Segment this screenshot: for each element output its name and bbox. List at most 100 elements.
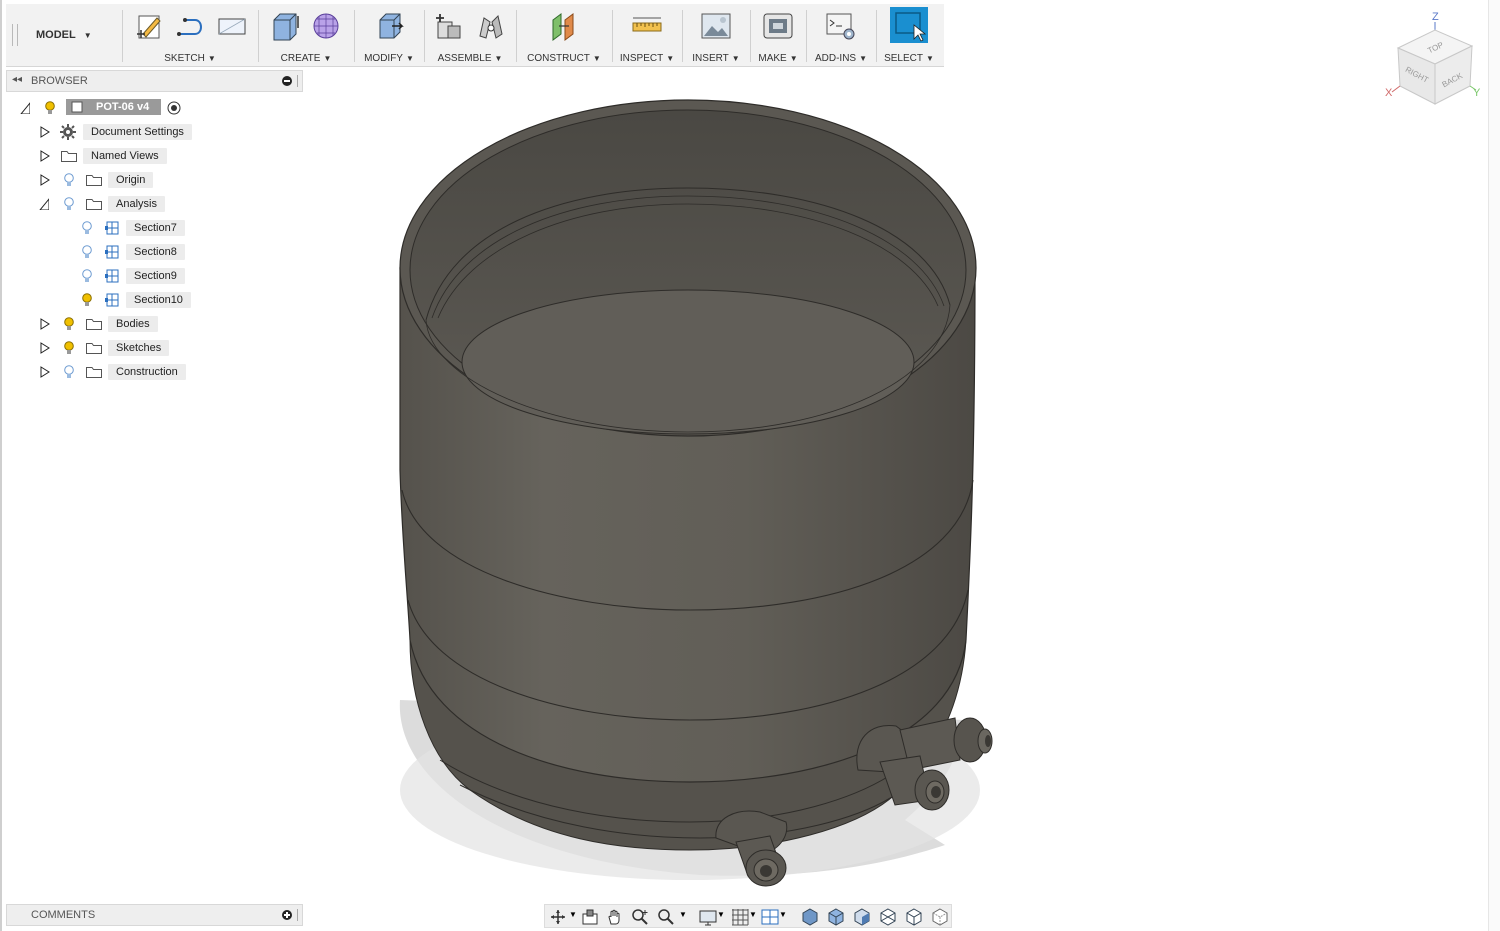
visibility-bulb-off-icon[interactable] bbox=[64, 197, 74, 211]
expand-triangle-icon[interactable] bbox=[40, 174, 50, 186]
new-component-icon[interactable] bbox=[432, 10, 466, 42]
toolbar-group-make[interactable]: MAKE ▼ bbox=[752, 4, 804, 66]
toolbar-group-insert[interactable]: INSERT ▼ bbox=[684, 4, 748, 66]
visibility-bulb-off-icon[interactable] bbox=[82, 221, 92, 235]
toolbar-group-addins[interactable]: ADD-INS ▼ bbox=[808, 4, 874, 66]
toolbar-divider bbox=[750, 10, 751, 62]
tree-item-origin[interactable]: Origin bbox=[38, 170, 168, 190]
tree-label: Section8 bbox=[126, 244, 185, 260]
toolbar-group-modify[interactable]: MODIFY ▼ bbox=[356, 4, 422, 66]
tree-item-section10[interactable]: Section10 bbox=[76, 290, 196, 310]
visibility-bulb-off-icon[interactable] bbox=[82, 269, 92, 283]
panel-resize-grip[interactable] bbox=[297, 75, 300, 87]
expand-triangle-icon[interactable] bbox=[40, 318, 50, 330]
insert-menu-label: INSERT bbox=[692, 53, 729, 64]
tree-item-bodies[interactable]: Bodies bbox=[38, 314, 168, 334]
display-settings-icon[interactable] bbox=[699, 908, 717, 926]
offset-plane-icon[interactable] bbox=[547, 10, 581, 42]
add-comment-button[interactable] bbox=[282, 910, 292, 920]
toolbar-grip[interactable] bbox=[12, 24, 18, 46]
panel-resize-grip[interactable] bbox=[297, 909, 300, 921]
insert-image-icon[interactable] bbox=[699, 10, 733, 42]
orbit-icon[interactable] bbox=[549, 908, 567, 926]
pan-hand-icon[interactable] bbox=[606, 908, 624, 926]
chevron-down-icon: ▼ bbox=[207, 54, 216, 63]
visibility-bulb-off-icon[interactable] bbox=[82, 245, 92, 259]
chevron-down-icon[interactable]: ▼ bbox=[679, 910, 687, 919]
visibility-bulb-icon[interactable] bbox=[45, 101, 55, 115]
collapse-panel-icon[interactable]: ◂◂ bbox=[12, 74, 22, 85]
toolbar-group-assemble[interactable]: ASSEMBLE ▼ bbox=[426, 4, 514, 66]
toolbar-group-inspect[interactable]: INSPECT ▼ bbox=[614, 4, 680, 66]
visibility-bulb-off-icon[interactable] bbox=[64, 173, 74, 187]
joint-icon[interactable] bbox=[474, 10, 508, 42]
expand-triangle-icon[interactable] bbox=[40, 342, 50, 354]
chevron-down-icon: ▼ bbox=[789, 54, 798, 63]
cube-outline-icon[interactable] bbox=[905, 908, 923, 926]
visibility-bulb-icon[interactable] bbox=[64, 317, 74, 331]
expand-triangle-icon[interactable] bbox=[40, 126, 50, 138]
toolbar-group-sketch[interactable]: SKETCH ▼ bbox=[124, 4, 256, 66]
cube-side-icon[interactable] bbox=[853, 908, 871, 926]
visibility-bulb-icon[interactable] bbox=[64, 341, 74, 355]
toolbar-group-construct[interactable]: CONSTRUCT ▼ bbox=[518, 4, 610, 66]
3d-viewport[interactable] bbox=[305, 66, 1490, 902]
sketch-menu-label: SKETCH bbox=[164, 53, 205, 64]
cube-front-icon[interactable] bbox=[827, 908, 845, 926]
workspace-switcher[interactable]: MODEL ▼ bbox=[36, 22, 116, 48]
toolbar-group-select[interactable]: SELECT ▼ bbox=[878, 4, 940, 66]
grid-settings-icon[interactable] bbox=[731, 908, 749, 926]
expand-triangle-icon[interactable] bbox=[40, 150, 50, 162]
tree-root[interactable]: POT-06 v4 bbox=[20, 98, 200, 118]
expand-triangle-icon[interactable] bbox=[40, 366, 50, 378]
main-toolbar: MODEL ▼ SKETCH ▼ CREATE ▼ MODIFY ▼ ASSEM… bbox=[6, 4, 944, 67]
chevron-down-icon: ▼ bbox=[592, 54, 601, 63]
activate-radio-icon[interactable] bbox=[167, 101, 181, 115]
chevron-down-icon[interactable]: ▼ bbox=[749, 910, 757, 919]
cube-wire-icon[interactable] bbox=[879, 908, 897, 926]
look-at-icon[interactable] bbox=[581, 908, 599, 926]
tree-item-sketches[interactable]: Sketches bbox=[38, 338, 178, 358]
tree-item-construction[interactable]: Construction bbox=[38, 362, 198, 382]
folder-icon bbox=[86, 367, 102, 378]
chevron-down-icon: ▼ bbox=[83, 30, 92, 40]
collapse-triangle-icon[interactable] bbox=[39, 198, 49, 210]
scripts-addins-icon[interactable] bbox=[824, 10, 858, 42]
chevron-down-icon[interactable]: ▼ bbox=[569, 910, 577, 919]
press-pull-icon[interactable] bbox=[372, 10, 406, 42]
tree-item-section7[interactable]: Section7 bbox=[76, 218, 196, 238]
chevron-down-icon[interactable]: ▼ bbox=[779, 910, 787, 919]
component-icon bbox=[71, 101, 83, 113]
line-tool-icon[interactable] bbox=[173, 10, 207, 42]
create-menu-label: CREATE bbox=[280, 53, 321, 64]
zoom-icon[interactable] bbox=[657, 908, 675, 926]
measure-icon[interactable] bbox=[630, 10, 664, 42]
viewports-icon[interactable] bbox=[761, 908, 779, 926]
toolbar-divider bbox=[612, 10, 613, 62]
cube-shaded-icon[interactable] bbox=[801, 908, 819, 926]
visibility-bulb-off-icon[interactable] bbox=[64, 365, 74, 379]
tree-item-section8[interactable]: Section8 bbox=[76, 242, 196, 262]
select-cursor-icon[interactable] bbox=[890, 7, 928, 43]
chevron-down-icon[interactable]: ▼ bbox=[717, 910, 725, 919]
tree-item-section9[interactable]: Section9 bbox=[76, 266, 196, 286]
3d-print-icon[interactable] bbox=[761, 10, 795, 42]
extrude-icon[interactable] bbox=[268, 10, 302, 42]
toolbar-group-create[interactable]: CREATE ▼ bbox=[260, 4, 352, 66]
collapse-triangle-icon[interactable] bbox=[20, 102, 30, 114]
tree-item-document-settings[interactable]: Document Settings bbox=[38, 122, 208, 142]
create-sketch-icon[interactable] bbox=[131, 10, 165, 42]
visibility-bulb-icon[interactable] bbox=[82, 293, 92, 307]
tree-item-analysis[interactable]: Analysis bbox=[38, 194, 178, 214]
collapse-browser-button[interactable] bbox=[282, 76, 292, 86]
tree-item-named-views[interactable]: Named Views bbox=[38, 146, 188, 166]
chevron-down-icon: ▼ bbox=[323, 54, 332, 63]
cube-hidden-icon[interactable] bbox=[931, 908, 949, 926]
rectangle-tool-icon[interactable] bbox=[215, 10, 249, 42]
root-component[interactable]: POT-06 v4 bbox=[66, 99, 162, 115]
section-analysis-icon bbox=[105, 293, 119, 307]
zoom-window-icon[interactable] bbox=[631, 908, 649, 926]
form-tspline-icon[interactable] bbox=[310, 10, 344, 42]
viewcube[interactable]: Z TOP RIGHT BACK X Y bbox=[1382, 6, 1486, 116]
browser-title: BROWSER bbox=[31, 75, 88, 87]
